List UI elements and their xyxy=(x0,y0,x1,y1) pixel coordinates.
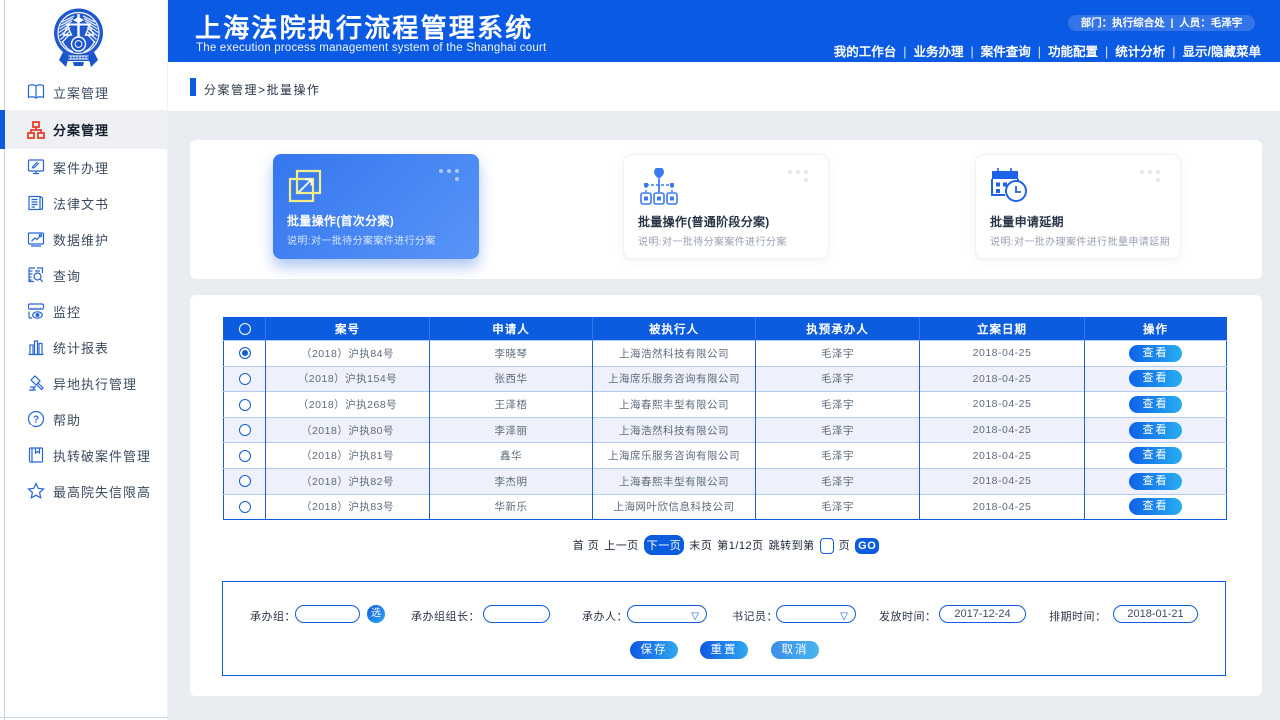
svg-text:?: ? xyxy=(33,415,39,426)
